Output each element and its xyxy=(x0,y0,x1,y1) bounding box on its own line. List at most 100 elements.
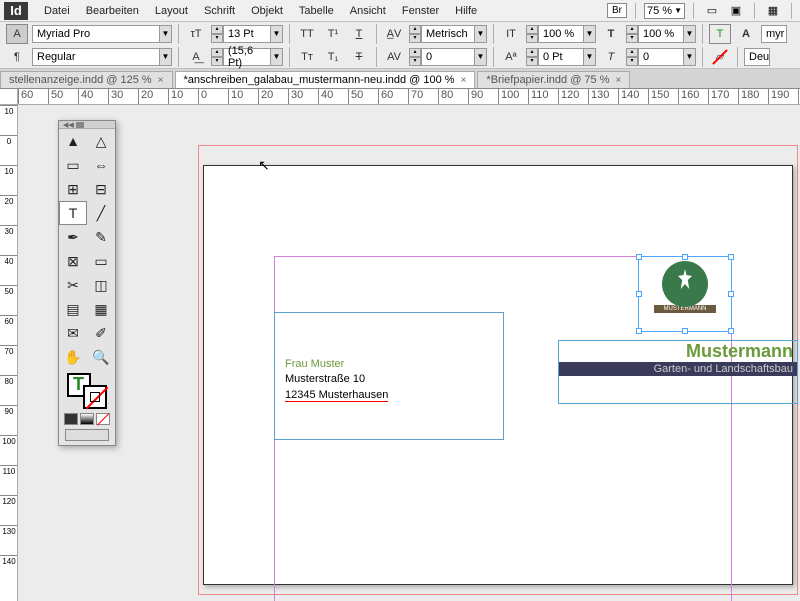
tab-briefpapier[interactable]: *Briefpapier.indd @ 75 % × xyxy=(477,71,630,88)
line-tool[interactable]: ╱ xyxy=(87,201,115,225)
vscale-icon: IT xyxy=(500,24,522,44)
pencil-tool[interactable]: ✎ xyxy=(87,225,115,249)
note-tool[interactable]: ✉ xyxy=(59,321,87,345)
skew-field[interactable]: ▴▾0▼ xyxy=(626,48,696,66)
close-icon[interactable]: × xyxy=(616,75,622,86)
tab-label: *anschreiben_galabau_mustermann-neu.indd… xyxy=(184,74,455,86)
leading-value: (15,6 Pt) xyxy=(223,48,271,66)
close-icon[interactable]: × xyxy=(158,75,164,86)
menu-tabelle[interactable]: Tabelle xyxy=(291,2,342,20)
para-mode-icon[interactable]: ¶ xyxy=(6,47,28,67)
toolbox: ◀◀ ▲ △ ▭ ⇔ ⊞ ⊟ T ╱ ✒ ✎ ⊠ ▭ ✂ ◫ ▤ ▦ ✉ ✐ ✋ xyxy=(58,120,116,446)
close-icon[interactable]: × xyxy=(461,75,467,86)
tab-anschreiben[interactable]: *anschreiben_galabau_mustermann-neu.indd… xyxy=(175,71,476,88)
char-color-icon[interactable]: T xyxy=(709,24,731,44)
app-logo: Id xyxy=(4,2,28,20)
apply-none-icon[interactable] xyxy=(96,413,110,425)
hscale-value: 100 % xyxy=(638,25,684,43)
allcaps-icon[interactable]: TT xyxy=(296,24,318,44)
font-size-field[interactable]: ▴▾13 Pt▼ xyxy=(211,25,283,43)
menu-schrift[interactable]: Schrift xyxy=(196,2,243,20)
eyedropper-tool[interactable]: ✐ xyxy=(87,321,115,345)
rectangle-tool[interactable]: ▭ xyxy=(87,249,115,273)
content-collector-tool[interactable]: ⊞ xyxy=(59,177,87,201)
menu-objekt[interactable]: Objekt xyxy=(243,2,291,20)
ruler-origin[interactable] xyxy=(0,89,18,105)
tracking-field[interactable]: ▴▾0▼ xyxy=(409,48,487,66)
address-frame[interactable]: Frau Muster Musterstraße 10 12345 Muster… xyxy=(274,312,504,440)
hscale-field[interactable]: ▴▾100 %▼ xyxy=(626,25,696,43)
tab-stellenanzeige[interactable]: stellenanzeige.indd @ 125 % × xyxy=(0,71,173,88)
pen-tool[interactable]: ✒ xyxy=(59,225,87,249)
menu-datei[interactable]: Datei xyxy=(36,2,78,20)
baseline-field[interactable]: ▴▾0 Pt▼ xyxy=(526,48,596,66)
char-mode-icon[interactable]: A xyxy=(6,24,28,44)
logo-icon xyxy=(650,259,720,309)
menu-hilfe[interactable]: Hilfe xyxy=(447,2,485,20)
free-transform-tool[interactable]: ◫ xyxy=(87,273,115,297)
stroke-swatch[interactable] xyxy=(83,385,107,409)
gradient-swatch-tool[interactable]: ▤ xyxy=(59,297,87,321)
content-placer-tool[interactable]: ⊟ xyxy=(87,177,115,201)
tracking-icon: AV xyxy=(383,47,405,67)
subscript-icon[interactable]: T₁ xyxy=(322,47,344,67)
menu-fenster[interactable]: Fenster xyxy=(394,2,447,20)
strike-icon[interactable]: T xyxy=(348,47,370,67)
font-size-icon: τT xyxy=(185,24,207,44)
type-tool[interactable]: T xyxy=(59,201,87,225)
company-name: Mustermann xyxy=(559,341,797,362)
search-mini[interactable]: myr xyxy=(761,25,787,43)
skew-icon: T xyxy=(600,47,622,67)
screen-mode-icon[interactable]: ▣ xyxy=(726,2,746,20)
kerning-icon: A̲V xyxy=(383,24,405,44)
menu-layout[interactable]: Layout xyxy=(147,2,196,20)
ruler-horizontal[interactable]: 6050403020100102030405060708090100110120… xyxy=(18,89,800,105)
bridge-button[interactable]: Br xyxy=(607,3,627,18)
hand-tool[interactable]: ✋ xyxy=(59,345,87,369)
selection-tool[interactable]: ▲ xyxy=(59,129,87,153)
direct-selection-tool[interactable]: △ xyxy=(87,129,115,153)
tab-label: *Briefpapier.indd @ 75 % xyxy=(486,74,609,86)
tab-label: stellenanzeige.indd @ 125 % xyxy=(9,74,152,86)
gap-tool[interactable]: ⇔ xyxy=(87,153,115,177)
menu-ansicht[interactable]: Ansicht xyxy=(342,2,394,20)
apply-gradient-icon[interactable] xyxy=(80,413,94,425)
vscale-field[interactable]: ▴▾100 %▼ xyxy=(526,25,596,43)
arrange-icon[interactable]: ▦ xyxy=(763,2,783,20)
view-options-icon[interactable]: ▭ xyxy=(702,2,722,20)
font-family-field[interactable]: Myriad Pro▼ xyxy=(32,25,172,43)
underline-icon[interactable]: T xyxy=(348,24,370,44)
font-size-value: 13 Pt xyxy=(223,25,271,43)
skew-value: 0 xyxy=(638,48,684,66)
baseline-icon: Aª xyxy=(500,47,522,67)
scissors-tool[interactable]: ✂ xyxy=(59,273,87,297)
page-tool[interactable]: ▭ xyxy=(59,153,87,177)
canvas[interactable]: ◀◀ ▲ △ ▭ ⇔ ⊞ ⊟ T ╱ ✒ ✎ ⊠ ▭ ✂ ◫ ▤ ▦ ✉ ✐ ✋ xyxy=(18,105,800,601)
superscript-icon[interactable]: T¹ xyxy=(322,24,344,44)
menu-bar: Id Datei Bearbeiten Layout Schrift Objek… xyxy=(0,0,800,22)
view-mode-icon[interactable] xyxy=(65,429,109,441)
zoom-tool[interactable]: 🔍 xyxy=(87,345,115,369)
leading-field[interactable]: ▴▾(15,6 Pt)▼ xyxy=(211,48,283,66)
toolbox-grip[interactable]: ◀◀ xyxy=(59,121,115,129)
vscale-value: 100 % xyxy=(538,25,584,43)
smallcaps-icon[interactable]: Tᴛ xyxy=(296,47,318,67)
recipient-street: Musterstraße 10 xyxy=(285,372,493,387)
kerning-field[interactable]: ▴▾Metrisch▼ xyxy=(409,25,487,43)
language-field[interactable]: Deu xyxy=(744,48,770,66)
gradient-feather-tool[interactable]: ▦ xyxy=(87,297,115,321)
kerning-value: Metrisch xyxy=(421,25,475,43)
company-frame[interactable]: Mustermann Garten- und Landschaftsbau xyxy=(558,340,798,404)
font-style-field[interactable]: Regular▼ xyxy=(32,48,172,66)
char-style-icon[interactable]: A xyxy=(735,24,757,44)
apply-color-icon[interactable] xyxy=(64,413,78,425)
logo-frame[interactable]: MUSTERMANN xyxy=(638,256,732,332)
menu-bearbeiten[interactable]: Bearbeiten xyxy=(78,2,147,20)
stroke-color-icon[interactable]: ▱ xyxy=(709,47,731,67)
fill-stroke-swatch[interactable]: T xyxy=(67,373,107,409)
zoom-level[interactable]: 75 %▼ xyxy=(644,3,685,19)
ruler-vertical[interactable]: 100102030405060708090100110120130140 xyxy=(0,105,18,601)
company-tagline: Garten- und Landschaftsbau xyxy=(559,362,797,376)
baseline-value: 0 Pt xyxy=(538,48,584,66)
rectangle-frame-tool[interactable]: ⊠ xyxy=(59,249,87,273)
